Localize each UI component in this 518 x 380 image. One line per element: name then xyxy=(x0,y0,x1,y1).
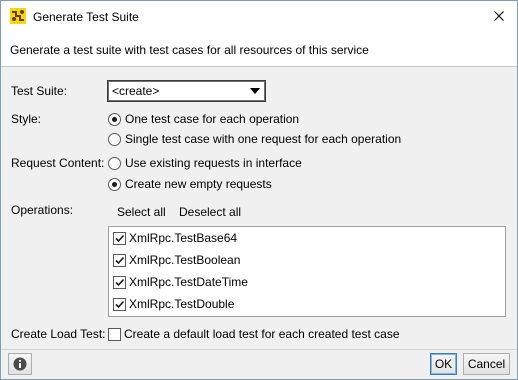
style-option-single-test-case[interactable]: Single test case with one request for ea… xyxy=(108,131,401,147)
radio-button[interactable] xyxy=(108,112,121,126)
operation-label: XmlRpc.TestBoolean xyxy=(129,253,241,267)
cancel-button[interactable]: Cancel xyxy=(463,353,510,375)
close-button[interactable] xyxy=(487,5,511,27)
create-load-test-label: Create Load Test: xyxy=(11,327,106,341)
title-bar: Generate Test Suite xyxy=(1,1,517,32)
soapui-app-icon xyxy=(10,8,26,24)
request-content-option-label: Use existing requests in interface xyxy=(125,156,302,170)
request-content-option-label: Create new empty requests xyxy=(125,177,272,191)
generate-test-suite-dialog: Generate Test Suite Generate a test suit… xyxy=(0,0,518,380)
operations-label: Operations: xyxy=(11,203,74,217)
operations-list: XmlRpc.TestBase64 XmlRpc.TestBoolean Xml… xyxy=(108,226,506,317)
checkbox[interactable] xyxy=(108,327,121,341)
request-content-option-existing[interactable]: Use existing requests in interface xyxy=(108,155,302,171)
radio-button[interactable] xyxy=(108,177,121,191)
banner-description: Generate a test suite with test cases fo… xyxy=(10,43,369,57)
button-bar: OK Cancel xyxy=(1,349,517,379)
test-suite-select-value: <create> xyxy=(112,84,160,98)
test-suite-select[interactable]: <create> xyxy=(108,81,265,101)
style-option-one-test-case[interactable]: One test case for each operation xyxy=(108,111,299,127)
checkmark-icon xyxy=(115,256,125,264)
request-content-label: Request Content: xyxy=(11,156,105,170)
form-area: Test Suite: <create> Style: One test cas… xyxy=(1,67,517,349)
operation-label: XmlRpc.TestDouble xyxy=(129,297,235,311)
checkmark-icon xyxy=(115,234,125,242)
style-label: Style: xyxy=(11,112,42,126)
list-item[interactable]: XmlRpc.TestBoolean xyxy=(113,252,240,268)
list-item[interactable]: XmlRpc.TestBase64 xyxy=(113,230,237,246)
checkmark-icon xyxy=(115,300,125,308)
ok-button[interactable]: OK xyxy=(430,353,457,375)
create-load-test-option[interactable]: Create a default load test for each crea… xyxy=(108,326,400,342)
operation-label: XmlRpc.TestDateTime xyxy=(129,275,248,289)
operation-label: XmlRpc.TestBase64 xyxy=(129,231,238,245)
help-button[interactable] xyxy=(8,353,32,375)
info-icon xyxy=(13,357,27,371)
style-option-label: One test case for each operation xyxy=(125,112,300,126)
select-all-button[interactable]: Select all xyxy=(117,205,166,219)
style-option-label: Single test case with one request for ea… xyxy=(125,132,402,146)
close-icon xyxy=(494,11,504,21)
deselect-all-button[interactable]: Deselect all xyxy=(179,205,241,219)
chevron-down-icon xyxy=(250,88,260,94)
radio-button[interactable] xyxy=(108,132,121,146)
description-banner: Generate a test suite with test cases fo… xyxy=(1,32,517,67)
window-title: Generate Test Suite xyxy=(33,10,139,24)
test-suite-label: Test Suite: xyxy=(11,84,68,98)
create-load-test-option-label: Create a default load test for each crea… xyxy=(124,327,400,341)
radio-button[interactable] xyxy=(108,156,121,170)
checkbox[interactable] xyxy=(113,275,126,289)
checkbox[interactable] xyxy=(113,297,126,311)
checkbox[interactable] xyxy=(113,253,126,267)
list-item[interactable]: XmlRpc.TestDouble xyxy=(113,296,234,312)
request-content-option-empty[interactable]: Create new empty requests xyxy=(108,176,272,192)
checkbox[interactable] xyxy=(113,231,126,245)
checkmark-icon xyxy=(115,278,125,286)
list-item[interactable]: XmlRpc.TestDateTime xyxy=(113,274,248,290)
